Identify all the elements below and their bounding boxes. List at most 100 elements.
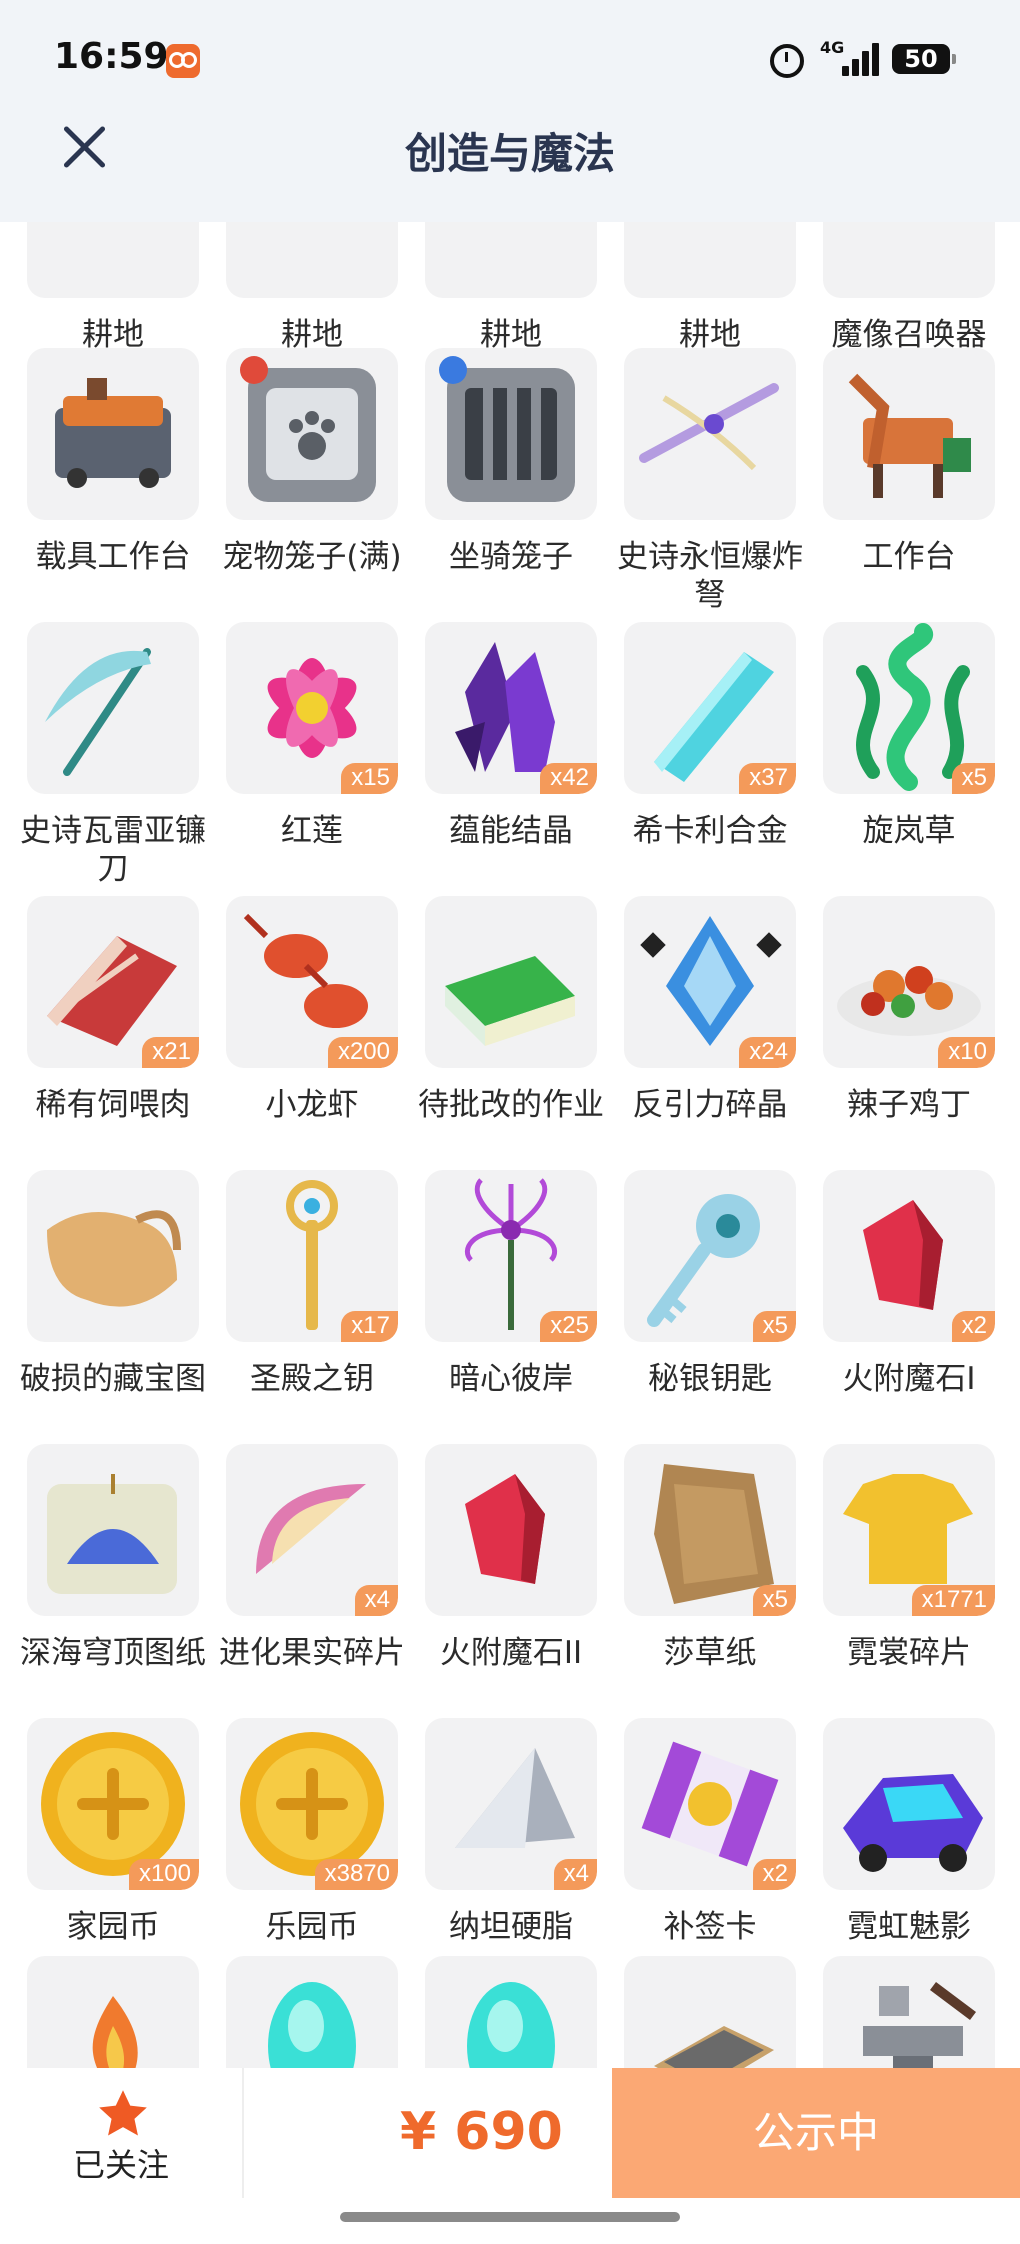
- item-card[interactable]: x42 蕴能结晶: [425, 622, 597, 882]
- item-card[interactable]: x10 辣子鸡丁: [823, 896, 995, 1156]
- item-card[interactable]: [823, 1956, 995, 2068]
- item-thumbnail: x2: [624, 1718, 796, 1890]
- item-thumbnail: [823, 1956, 995, 2068]
- item-card[interactable]: 坐骑笼子: [425, 348, 597, 608]
- item-thumbnail: x4: [226, 1444, 398, 1616]
- item-label: 史诗永恒爆炸弩: [617, 539, 803, 613]
- item-card[interactable]: 宠物笼子(满): [222, 348, 402, 608]
- item-thumbnail: [425, 896, 597, 1068]
- item-card[interactable]: 工作台: [823, 348, 995, 608]
- item-count-badge: x1771: [911, 1585, 995, 1616]
- item-card[interactable]: 载具工作台: [27, 348, 199, 608]
- item-grid: 耕地 耕地 耕地 耕地 魔像召唤器 载具工作台 宠物笼子(满) 坐骑笼子 史诗永恒爆炸弩 工作台史…: [0, 222, 1020, 2068]
- item-card[interactable]: 破损的藏宝图: [20, 1170, 206, 1430]
- item-card[interactable]: x4 进化果实碎片: [219, 1444, 405, 1704]
- item-card[interactable]: [226, 1956, 398, 2068]
- item-thumbnail: [226, 348, 398, 520]
- divider: [242, 2068, 244, 2198]
- follow-button[interactable]: 已关注: [0, 2068, 242, 2198]
- item-label: 蕴能结晶: [449, 813, 573, 849]
- homework-icon: [445, 956, 575, 1046]
- item-card[interactable]: x1771 霓裳碎片: [823, 1444, 995, 1704]
- item-label: 进化果实碎片: [219, 1635, 405, 1671]
- campfire-icon: [92, 1996, 138, 2068]
- item-card[interactable]: x25 暗心彼岸: [425, 1170, 597, 1430]
- item-count-badge: x200: [327, 1037, 398, 1068]
- item-card[interactable]: x15 红莲: [226, 622, 398, 882]
- item-thumbnail: x1771: [823, 1444, 995, 1616]
- item-card[interactable]: x24 反引力碎晶: [624, 896, 796, 1156]
- item-count-badge: x17: [341, 1311, 398, 1342]
- item-thumbnail: [624, 222, 796, 298]
- item-label: 霓裳碎片: [847, 1635, 971, 1671]
- item-label: 补签卡: [663, 1909, 757, 1945]
- item-card[interactable]: x5 旋岚草: [823, 622, 995, 882]
- item-card[interactable]: x3870 乐园币: [226, 1718, 398, 1978]
- item-label: 辣子鸡丁: [847, 1087, 971, 1123]
- item-thumbnail: [27, 1956, 199, 2068]
- publicity-status-button[interactable]: 公示中: [612, 2068, 1020, 2198]
- item-thumbnail: x42: [425, 622, 597, 794]
- item-count-badge: x10: [938, 1037, 995, 1068]
- item-card[interactable]: x2 补签卡: [624, 1718, 796, 1978]
- item-card[interactable]: x200 小龙虾: [226, 896, 398, 1156]
- item-thumbnail: [27, 622, 199, 794]
- crossbow-icon: [639, 383, 779, 471]
- item-card[interactable]: x37 希卡利合金: [624, 622, 796, 882]
- item-card[interactable]: x2 火附魔石I: [823, 1170, 995, 1430]
- item-thumbnail: [226, 222, 398, 298]
- mount-cage-icon: [439, 356, 575, 502]
- battery-icon: 50: [892, 44, 956, 74]
- item-card[interactable]: [624, 1956, 796, 2068]
- item-thumbnail: x10: [823, 896, 995, 1068]
- item-thumbnail: [27, 222, 199, 298]
- item-label: 莎草纸: [663, 1635, 757, 1671]
- item-count-badge: x42: [540, 763, 597, 794]
- star-icon: [99, 2090, 147, 2136]
- item-card[interactable]: x100 家园币: [27, 1718, 199, 1978]
- item-count-badge: x5: [752, 1311, 796, 1342]
- scythe-icon: [45, 648, 151, 776]
- item-label: 火附魔石I: [842, 1361, 976, 1397]
- item-card[interactable]: 深海穹顶图纸: [20, 1444, 206, 1704]
- item-thumbnail: [823, 348, 995, 520]
- item-card[interactable]: x4 纳坦硬脂: [425, 1718, 597, 1978]
- item-count-badge: x25: [540, 1311, 597, 1342]
- item-label: 秘银钥匙: [648, 1361, 772, 1397]
- item-thumbnail: x25: [425, 1170, 597, 1342]
- item-thumbnail: x3870: [226, 1718, 398, 1890]
- item-card[interactable]: [27, 1956, 199, 2068]
- item-count-badge: x4: [354, 1585, 398, 1616]
- item-card[interactable]: [425, 1956, 597, 2068]
- item-label: 小龙虾: [265, 1087, 359, 1123]
- item-label: 希卡利合金: [632, 813, 788, 849]
- signal-icon: [842, 42, 882, 76]
- workbench-icon: [848, 373, 971, 498]
- item-label: 稀有饲喂肉: [35, 1087, 191, 1123]
- item-thumbnail: x5: [624, 1170, 796, 1342]
- item-label: 暗心彼岸: [449, 1361, 573, 1397]
- item-card[interactable]: 霓虹魅影: [823, 1718, 995, 1978]
- item-thumbnail: x17: [226, 1170, 398, 1342]
- vehicle-workbench-icon: [55, 378, 171, 488]
- item-card[interactable]: 史诗永恒爆炸弩: [617, 348, 803, 613]
- item-label: 工作台: [862, 539, 956, 575]
- bottom-bar: 已关注 ¥ 690 公示中: [0, 2068, 1020, 2244]
- item-count-badge: x24: [739, 1037, 796, 1068]
- golem-summoner-icon: [823, 222, 995, 298]
- item-card[interactable]: x5 莎草纸: [624, 1444, 796, 1704]
- item-count-badge: x5: [752, 1585, 796, 1616]
- item-card[interactable]: 火附魔石II: [425, 1444, 597, 1704]
- app-notification-icon: [166, 44, 200, 78]
- item-card[interactable]: x5 秘银钥匙: [624, 1170, 796, 1430]
- item-card[interactable]: x21 稀有饲喂肉: [27, 896, 199, 1156]
- status-time: 16:59: [54, 36, 169, 77]
- item-card[interactable]: 待批改的作业: [418, 896, 604, 1156]
- item-label: 破损的藏宝图: [20, 1361, 206, 1397]
- pet-cage-icon: [240, 356, 376, 502]
- item-thumbnail: x15: [226, 622, 398, 794]
- item-card[interactable]: 史诗瓦雷亚镰刀: [20, 622, 206, 887]
- item-card[interactable]: x17 圣殿之钥: [226, 1170, 398, 1430]
- item-thumbnail: [425, 222, 597, 298]
- home-indicator[interactable]: [340, 2212, 680, 2222]
